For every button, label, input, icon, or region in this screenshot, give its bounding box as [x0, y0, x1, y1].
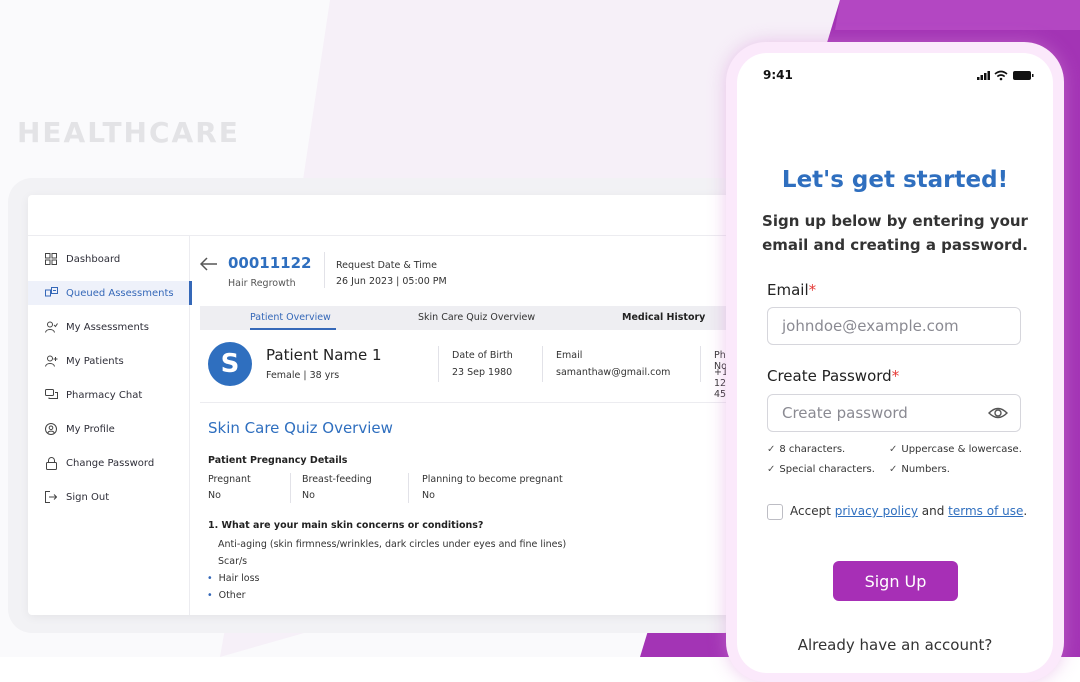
password-rule: ✓ Uppercase & lowercase.: [889, 444, 1022, 455]
planning-label: Planning to become pregnant: [422, 474, 563, 485]
password-field[interactable]: Create password: [767, 394, 1021, 432]
sidebar-item-queued-assessments[interactable]: Queued Assessments: [28, 281, 192, 305]
status-icons: [977, 70, 1034, 81]
section-title: Skin Care Quiz Overview: [208, 419, 393, 437]
divider: [408, 473, 409, 503]
request-id: 00011122: [228, 254, 312, 272]
sidebar-item-dashboard[interactable]: Dashboard: [28, 247, 189, 271]
pregnant-label: Pregnant: [208, 474, 251, 485]
accept-terms-checkbox[interactable]: [767, 504, 783, 520]
phone-screen: 9:41 Let's get started! Sign up below by…: [737, 53, 1053, 673]
privacy-policy-link[interactable]: privacy policy: [835, 504, 918, 518]
user-check-icon: [44, 320, 58, 334]
main-content: 00011122 Hair Regrowth Request Date & Ti…: [190, 236, 743, 615]
tab-patient-overview[interactable]: Patient Overview: [250, 312, 331, 323]
check-icon: ✓: [889, 444, 898, 455]
dob-value: 23 Sep 1980: [452, 367, 513, 378]
section-divider: [200, 402, 743, 403]
sidebar-item-label: Dashboard: [66, 253, 121, 265]
planning-value: No: [422, 490, 435, 501]
divider: [324, 252, 325, 288]
email-value: samanthaw@gmail.com: [556, 367, 671, 378]
dob-label: Date of Birth: [452, 350, 513, 361]
sidebar-item-label: Change Password: [66, 457, 155, 469]
password-rule: ✓ Special characters.: [767, 464, 875, 475]
sidebar-item-label: My Patients: [66, 355, 124, 367]
top-bar: [28, 195, 743, 236]
request-datetime-value: 26 Jun 2023 | 05:00 PM: [336, 276, 447, 287]
brand-watermark: HEALTHCARE: [17, 116, 240, 149]
sidebar-item-label: Sign Out: [66, 491, 110, 503]
request-type: Hair Regrowth: [228, 278, 296, 289]
email-field-label: Email*: [767, 281, 817, 299]
divider: [700, 346, 701, 382]
breastfeeding-value: No: [302, 490, 315, 501]
tab-bar: Patient Overview Skin Care Quiz Overview…: [200, 306, 743, 330]
grid-icon: [44, 252, 58, 266]
sidebar: Dashboard Queued Assessments My Assessme…: [28, 236, 192, 615]
answer-item: Scar/s: [218, 556, 248, 567]
terms-of-use-link[interactable]: terms of use: [948, 504, 1023, 518]
sign-out-icon: [44, 490, 58, 504]
desktop-app: Dashboard Queued Assessments My Assessme…: [28, 195, 743, 615]
sidebar-item-change-password[interactable]: Change Password: [28, 451, 189, 475]
sign-up-button[interactable]: Sign Up: [833, 561, 958, 601]
signup-heading: Let's get started!: [781, 167, 1009, 193]
check-icon: ✓: [767, 444, 776, 455]
tab-skin-care-quiz-overview[interactable]: Skin Care Quiz Overview: [418, 312, 535, 323]
divider: [438, 346, 439, 382]
user-plus-icon: [44, 354, 58, 368]
sidebar-item-my-profile[interactable]: My Profile: [28, 417, 189, 441]
sidebar-item-label: My Profile: [66, 423, 115, 435]
sidebar-item-sign-out[interactable]: Sign Out: [28, 485, 189, 509]
divider: [542, 346, 543, 382]
pregnancy-heading: Patient Pregnancy Details: [208, 455, 348, 466]
sidebar-item-my-assessments[interactable]: My Assessments: [28, 315, 189, 339]
have-account-text: Already have an account?: [797, 636, 993, 654]
sidebar-item-my-patients[interactable]: My Patients: [28, 349, 189, 373]
email-field[interactable]: johndoe@example.com: [767, 307, 1021, 345]
profile-icon: [44, 422, 58, 436]
answer-item: Anti-aging (skin firmness/wrinkles, dark…: [218, 539, 567, 550]
check-icon: ✓: [889, 464, 898, 475]
accept-terms-text: Accept privacy policy and terms of use.: [790, 504, 1028, 518]
patient-name: Patient Name 1: [266, 346, 382, 364]
pregnant-value: No: [208, 490, 221, 501]
signup-subheading: Sign up below by entering your email and…: [762, 212, 1028, 254]
avatar: S: [208, 342, 252, 386]
active-tab-indicator: [250, 328, 336, 330]
question-1: 1. What are your main skin concerns or c…: [208, 520, 484, 531]
answer-item-selected: • Other: [207, 590, 246, 601]
sidebar-item-label: My Assessments: [66, 321, 149, 333]
request-datetime-label: Request Date & Time: [336, 260, 438, 271]
email-label: Email: [556, 350, 583, 361]
lock-icon: [44, 456, 58, 470]
breastfeeding-label: Breast-feeding: [302, 474, 372, 485]
check-icon: ✓: [767, 464, 776, 475]
sidebar-item-label: Queued Assessments: [66, 287, 174, 299]
password-rule: ✓ 8 characters.: [767, 444, 846, 455]
sidebar-item-label: Pharmacy Chat: [66, 389, 143, 401]
status-time: 9:41: [763, 68, 793, 82]
eye-icon[interactable]: [988, 405, 1008, 421]
back-arrow-icon[interactable]: [200, 256, 218, 272]
sidebar-item-pharmacy-chat[interactable]: Pharmacy Chat: [28, 383, 189, 407]
password-field-label: Create Password*: [767, 367, 900, 385]
divider: [290, 473, 291, 503]
answer-item-selected: • Hair loss: [207, 573, 260, 584]
tab-medical-history[interactable]: Medical History: [622, 312, 705, 323]
password-rule: ✓ Numbers.: [889, 464, 950, 475]
queue-icon: [44, 286, 58, 300]
chat-icon: [44, 388, 58, 402]
patient-meta: Female | 38 yrs: [266, 370, 340, 381]
